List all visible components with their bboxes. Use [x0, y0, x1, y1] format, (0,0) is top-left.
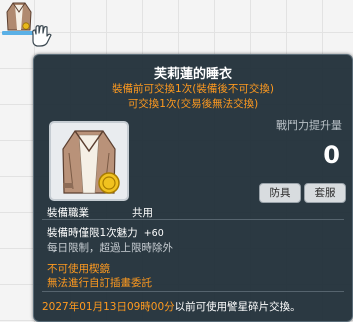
- item-tooltip: 芙莉蓮的睡衣 裝備前可交換1次(裝備後不可交換) 可交換1次(交易後無法交換) …: [33, 54, 353, 322]
- trade-rule-before-equip: 裝備前可交換1次(裝備後不可交換): [112, 83, 274, 95]
- job-label: 裝備職業: [47, 207, 89, 219]
- expiry-suffix: 以前可使用譬星碎片交換。: [174, 301, 301, 313]
- combat-power-label: 戰鬥力提升量: [276, 119, 342, 132]
- divider: [42, 219, 344, 220]
- job-value: 共用: [132, 207, 153, 219]
- expiry-date: 2027年01月13日09時00分: [42, 301, 175, 313]
- coin-icon: [98, 172, 120, 194]
- tag-armor: 防具: [259, 183, 301, 203]
- equip-stat: 裝備時僅限1次魅力 +60: [47, 225, 164, 240]
- item-name: 芙莉蓮的睡衣: [153, 67, 232, 82]
- trade-rule-once: 可交換1次(交易後無法交換): [127, 98, 259, 110]
- restriction-custom-art: 無法進行自訂插畫委託: [47, 277, 152, 289]
- equip-stat-value: +60: [143, 228, 164, 239]
- item-icon-frame: [49, 121, 129, 201]
- restriction-mirror: 不可使用楔鏡: [47, 263, 110, 275]
- divider: [42, 291, 344, 292]
- expiry-notice: 2027年01月13日09時00分以前可使用譬星碎片交換。: [42, 299, 301, 314]
- tag-outfit: 套服: [304, 183, 346, 203]
- combat-power-value: 0: [323, 141, 340, 169]
- hand-cursor-icon: [32, 25, 52, 47]
- pajama-robe-icon: [62, 130, 120, 194]
- equip-stat-label: 裝備時僅限1次魅力: [47, 227, 138, 239]
- daily-limit-text: 每日限制，超過上限時除外: [47, 242, 173, 254]
